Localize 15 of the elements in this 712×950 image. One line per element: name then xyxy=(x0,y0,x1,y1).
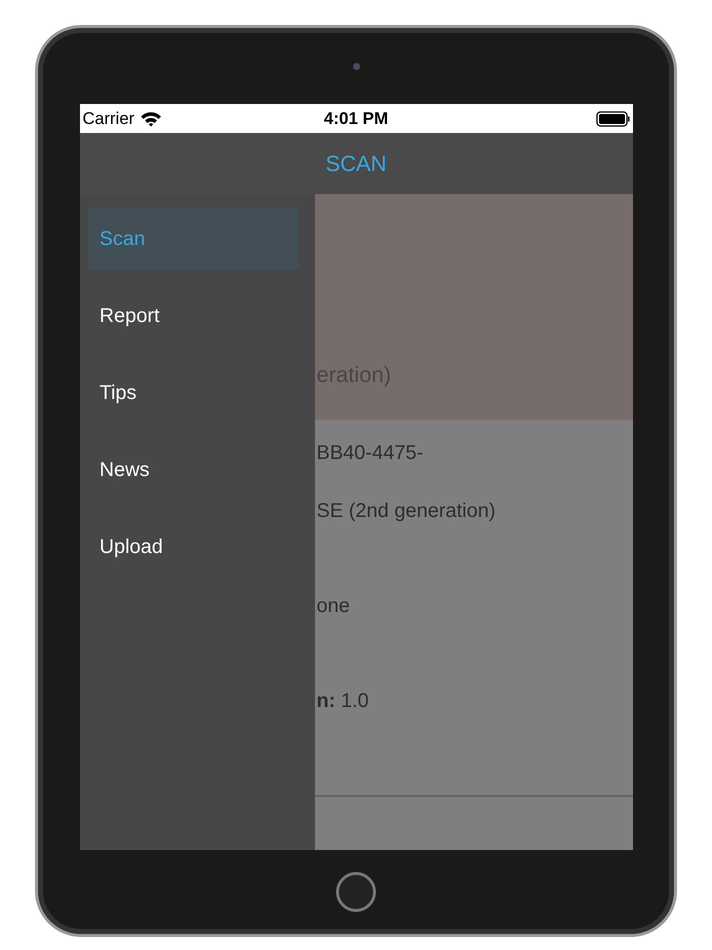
info-text: SE (2nd generation) xyxy=(316,499,496,524)
drawer-item[interactable]: Upload xyxy=(88,515,298,578)
home-button[interactable] xyxy=(336,872,376,912)
battery-icon xyxy=(596,110,630,126)
drawer-item[interactable]: Tips xyxy=(88,361,298,424)
info-text: one xyxy=(316,594,350,619)
info-text: n: 1.0 xyxy=(316,689,369,714)
drawer-item[interactable]: News xyxy=(88,438,298,501)
camera-icon xyxy=(352,62,360,70)
nav-title: SCAN xyxy=(325,150,387,178)
wifi-icon xyxy=(140,110,162,126)
carrier-label: Carrier xyxy=(82,108,134,130)
drawer-item[interactable]: Report xyxy=(88,284,298,347)
time-label: 4:01 PM xyxy=(324,108,388,130)
info-text: BB40-4475- xyxy=(316,441,424,466)
